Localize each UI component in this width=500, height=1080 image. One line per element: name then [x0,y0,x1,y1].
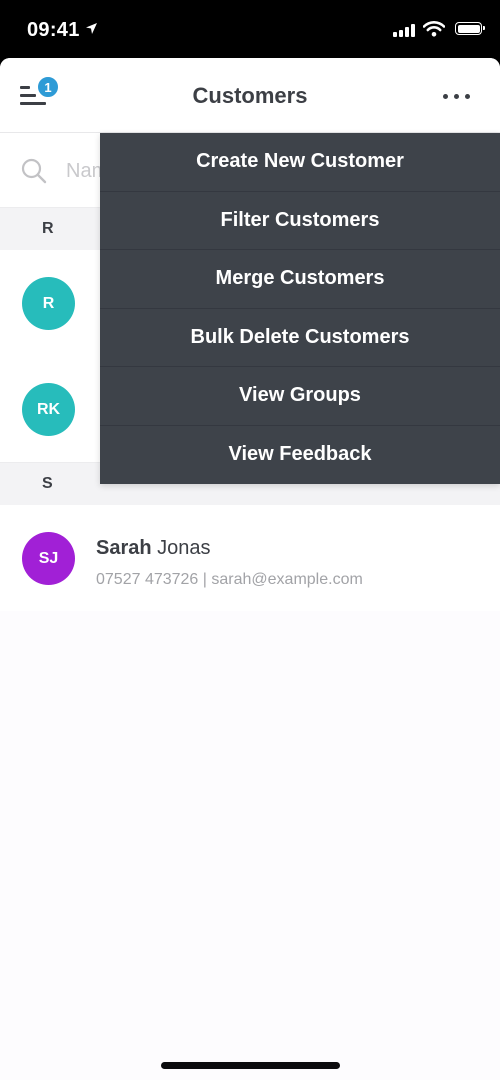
customer-last-name: Jonas [151,537,211,559]
dot [454,94,459,99]
navigation-bar: 1 Customers [0,58,500,133]
menu-item-merge-customers[interactable]: Merge Customers [100,250,500,309]
menu-item-filter-customers[interactable]: Filter Customers [100,192,500,250]
more-options-icon [443,94,448,99]
home-indicator[interactable] [161,1062,340,1069]
avatar: R [22,277,75,330]
location-arrow-icon [85,22,98,40]
menu-item-view-feedback[interactable]: View Feedback [100,426,500,485]
customer-row[interactable]: SJ Sarah Jonas 07527 473726 | sarah@exam… [0,505,500,611]
customer-first-name: Sarah [96,537,152,559]
customer-name: Sarah Jonas [96,537,211,560]
status-time: 09:41 [27,19,80,41]
cellular-signal-icon [393,23,415,37]
wifi-icon [422,21,446,42]
page-title: Customers [192,83,308,108]
customers-screen: 1 Customers R R RK S SJ Sarah Jonas 0752… [0,58,500,1080]
customer-detail: 07527 473726 | sarah@example.com [96,571,363,588]
more-options-menu: Create New Customer Filter Customers Mer… [100,133,500,484]
menu-item-bulk-delete-customers[interactable]: Bulk Delete Customers [100,309,500,367]
menu-item-create-new-customer[interactable]: Create New Customer [100,133,500,192]
menu-item-view-groups[interactable]: View Groups [100,367,500,426]
status-bar: 09:41 [0,0,500,58]
battery-icon [455,22,485,35]
more-options-button[interactable] [443,94,470,99]
search-icon [21,158,47,189]
dot [465,94,470,99]
avatar: RK [22,383,75,436]
avatar: SJ [22,532,75,585]
